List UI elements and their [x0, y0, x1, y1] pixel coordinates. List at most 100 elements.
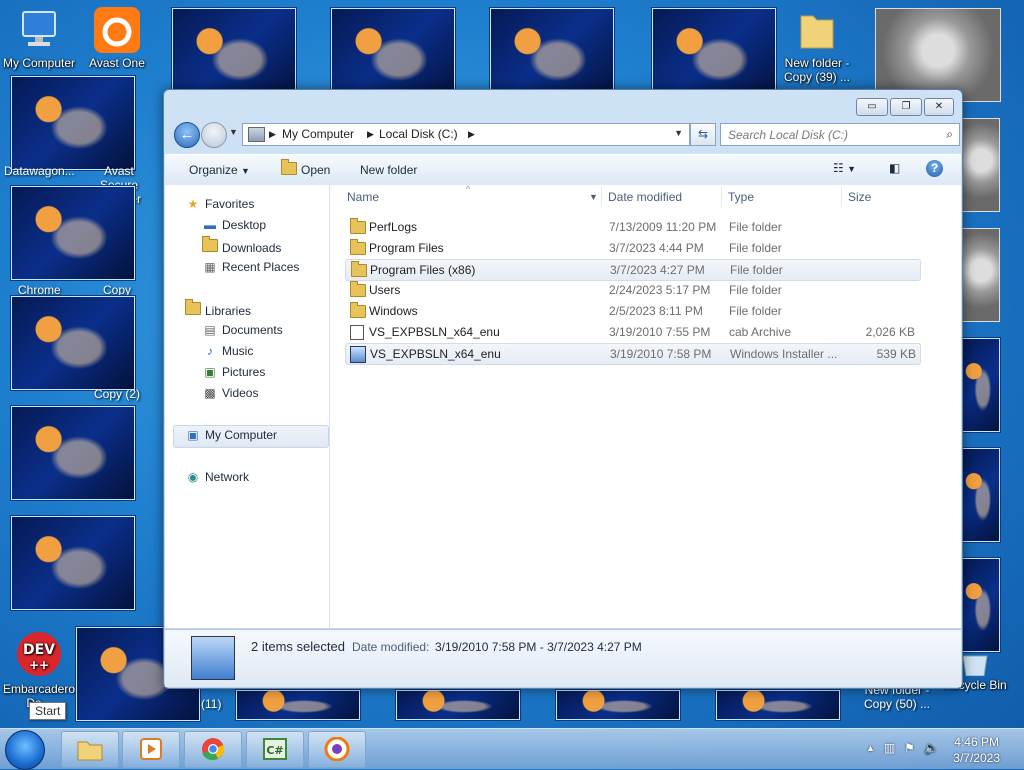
desktop-icon-embarcadero[interactable]: DEV++ Embarcadero De... [0, 632, 85, 710]
file-type: File folder [729, 220, 782, 234]
taskbar-chrome[interactable] [184, 731, 242, 768]
navigation-bar: ← ▼ ▶ My Computer ▶ Local Disk (C:) ▶ ▼ … [172, 122, 960, 148]
column-header-date[interactable]: Date modified [608, 185, 682, 209]
nav-music[interactable]: ♪ Music [202, 344, 253, 358]
star-icon: ★ [187, 197, 199, 211]
nav-favorites[interactable]: ★ Favorites [185, 197, 255, 211]
desktop-thumb[interactable] [11, 186, 135, 280]
desktop-icon-avast-one[interactable]: Avast One [71, 6, 163, 70]
chevron-down-icon[interactable]: ▼ [589, 185, 598, 209]
chevron-right-icon[interactable]: ▶ [269, 129, 276, 140]
nav-documents[interactable]: ▤ Documents [202, 323, 283, 337]
date-modified-label: Date modified: [352, 640, 430, 654]
recent-pages-dropdown[interactable]: ▼ [229, 127, 238, 137]
new-folder-button[interactable]: New folder [360, 163, 417, 177]
forward-button[interactable] [201, 122, 227, 148]
start-button[interactable] [5, 730, 45, 770]
file-row[interactable]: Program Files 3/7/2023 4:44 PM File folder [345, 238, 919, 258]
koala-thumb[interactable] [875, 8, 1001, 102]
nav-libraries[interactable]: Libraries [185, 299, 252, 318]
taskbar-avast-browser[interactable] [308, 731, 366, 768]
maximize-button[interactable]: ❐ [890, 98, 922, 116]
file-row[interactable]: VS_EXPBSLN_x64_enu 3/19/2010 7:58 PM Windo… [345, 343, 921, 365]
chevron-up-icon[interactable]: ▲ [866, 743, 875, 753]
close-button[interactable]: ✕ [924, 98, 954, 116]
date-modified-value: 3/19/2010 7:58 PM - 3/7/2023 4:27 PM [435, 640, 642, 654]
column-separator[interactable] [841, 187, 842, 207]
koala-thumb[interactable] [962, 228, 1000, 322]
file-name: VS_EXPBSLN_x64_enu [369, 325, 500, 339]
back-button[interactable]: ← [174, 122, 200, 148]
open-button[interactable]: Open [301, 163, 330, 177]
preview-pane-icon: ◧ [889, 161, 901, 175]
file-row[interactable]: Users 2/24/2023 5:17 PM File folder [345, 280, 919, 300]
nav-recent-places[interactable]: ▦ Recent Places [202, 260, 299, 274]
help-button[interactable]: ? [926, 160, 943, 177]
desktop-icon-new-folder-39[interactable]: New folder - Copy (39) ... [771, 6, 863, 84]
file-row[interactable]: VS_EXPBSLN_x64_enu 3/19/2010 7:55 PM cab A… [345, 322, 919, 342]
desktop-thumb[interactable] [11, 406, 135, 500]
nav-network[interactable]: ◉ Network [185, 470, 249, 484]
network-tray-icon[interactable]: ▥ [884, 741, 895, 755]
sort-indicator-icon: ^ [466, 184, 471, 194]
desktop-thumb[interactable] [490, 8, 614, 102]
search-box[interactable]: Search Local Disk (C:) ⌕ [720, 123, 960, 146]
file-type: File folder [729, 304, 782, 318]
desktop-thumb[interactable] [236, 690, 360, 720]
svg-text:C#: C# [266, 744, 283, 757]
desktop-thumb[interactable] [556, 690, 680, 720]
minimize-button[interactable]: ▭ [856, 98, 888, 116]
organize-button[interactable]: Organize ▼ [189, 163, 250, 177]
address-dropdown[interactable]: ▼ [674, 128, 683, 138]
file-row[interactable]: Windows 2/5/2023 8:11 PM File folder [345, 301, 919, 321]
nav-videos[interactable]: ▩ Videos [202, 386, 258, 400]
chevron-right-icon[interactable]: ▶ [468, 129, 475, 140]
nav-my-computer[interactable]: ▣ My Computer [185, 428, 277, 442]
taskbar-media-player[interactable] [122, 731, 180, 768]
command-bar: Organize ▼ Open New folder ☷ ▼ ◧ ? [165, 154, 961, 186]
desktop-thumb[interactable] [716, 690, 840, 720]
desktop-thumb[interactable] [962, 558, 1000, 652]
taskbar-explorer[interactable] [61, 731, 119, 768]
installer-icon [350, 346, 366, 363]
column-separator[interactable] [601, 187, 602, 207]
column-header-type[interactable]: Type [728, 185, 754, 209]
desktop-thumb[interactable] [11, 296, 135, 390]
volume-icon[interactable]: 🔈 [924, 741, 939, 755]
search-icon[interactable]: ⌕ [946, 127, 953, 142]
column-separator[interactable] [721, 187, 722, 207]
file-row[interactable]: Program Files (x86) 3/7/2023 4:27 PM File … [345, 259, 921, 281]
desktop-thumb[interactable] [962, 448, 1000, 542]
file-row[interactable]: PerfLogs 7/13/2009 11:20 PM File folder [345, 217, 919, 237]
desktop-thumb[interactable] [652, 8, 776, 102]
nav-pictures[interactable]: ▣ Pictures [202, 365, 265, 379]
nav-desktop[interactable]: ▬ Desktop [202, 218, 266, 232]
desktop-thumb[interactable] [11, 516, 135, 610]
nav-downloads[interactable]: Downloads [202, 236, 281, 255]
desktop-thumb[interactable] [962, 338, 1000, 432]
desktop-thumb[interactable] [331, 8, 455, 102]
dev-cpp-icon: DEV ++ [15, 632, 63, 680]
desktop-thumb[interactable] [396, 690, 520, 720]
koala-thumb[interactable] [962, 118, 1000, 212]
taskbar-csharp-ide[interactable]: C# [246, 731, 304, 768]
flag-icon[interactable]: ⚑ [904, 741, 915, 755]
column-header-name[interactable]: Name [347, 185, 379, 209]
preview-pane-button[interactable]: ◧ [889, 161, 900, 175]
change-view-button[interactable]: ☷ ▼ [833, 161, 856, 175]
music-icon: ♪ [207, 344, 213, 358]
column-header-size[interactable]: Size [848, 185, 871, 209]
clock[interactable]: 4:46 PM 3/7/2023 [953, 734, 1000, 766]
chevron-right-icon[interactable]: ▶ [367, 129, 374, 140]
folder-icon [350, 302, 366, 318]
svg-text:DEV: DEV [23, 642, 55, 658]
desktop-thumb[interactable] [172, 8, 296, 102]
address-bar[interactable]: ▶ My Computer ▶ Local Disk (C:) ▶ ▼ [242, 123, 690, 146]
breadcrumb-local-disk[interactable]: Local Disk (C:) [379, 127, 458, 141]
refresh-button[interactable]: ⇆ [690, 123, 716, 146]
nav-label: Libraries [205, 304, 252, 318]
icon-label: (11) [201, 697, 222, 711]
nav-label: Documents [222, 323, 283, 337]
breadcrumb-my-computer[interactable]: My Computer [282, 127, 354, 141]
desktop-thumb[interactable] [11, 76, 135, 170]
